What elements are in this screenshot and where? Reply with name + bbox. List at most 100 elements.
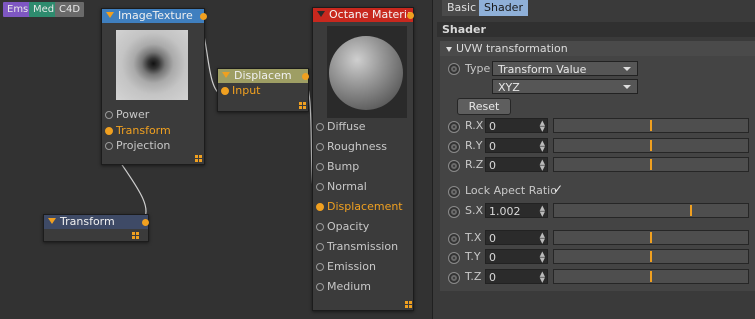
rz-input[interactable]: 0 ▲ ▼ bbox=[485, 157, 548, 172]
port-emission-label: Emission bbox=[327, 260, 376, 273]
ty-slider-knob[interactable] bbox=[650, 251, 652, 262]
port-roughness[interactable]: Roughness bbox=[313, 137, 411, 157]
tag-ems[interactable]: Ems bbox=[3, 2, 33, 17]
port-roughness-socket[interactable] bbox=[316, 143, 324, 151]
port-opacity-socket[interactable] bbox=[316, 223, 324, 231]
image-texture-output-port[interactable] bbox=[200, 13, 207, 20]
rx-slider[interactable] bbox=[553, 118, 749, 133]
resize-handle[interactable] bbox=[132, 232, 139, 239]
ry-slider[interactable] bbox=[553, 138, 749, 153]
collapse-icon[interactable] bbox=[48, 218, 56, 224]
port-projection[interactable]: Projection bbox=[102, 136, 204, 156]
displacement-node[interactable]: Displacem Input bbox=[217, 68, 309, 112]
port-transmission[interactable]: Transmission bbox=[313, 237, 411, 257]
spinner-icon[interactable]: ▲ ▼ bbox=[540, 232, 545, 245]
ry-value: 0 bbox=[489, 140, 496, 153]
tz-slider-knob[interactable] bbox=[650, 271, 652, 282]
tx-slider[interactable] bbox=[553, 230, 749, 245]
spinner-icon[interactable]: ▲ ▼ bbox=[540, 271, 545, 284]
port-medium[interactable]: Medium bbox=[313, 277, 411, 297]
resize-handle[interactable] bbox=[299, 102, 306, 109]
port-normal-socket[interactable] bbox=[316, 183, 324, 191]
tx-input[interactable]: 0 ▲ ▼ bbox=[485, 230, 548, 245]
sx-radio[interactable] bbox=[448, 206, 460, 218]
tag-c4d[interactable]: C4D bbox=[55, 2, 85, 17]
material-sphere bbox=[329, 36, 403, 110]
type-select[interactable]: Transform Value bbox=[492, 61, 638, 76]
port-input[interactable]: Input bbox=[218, 81, 308, 101]
sx-slider-knob[interactable] bbox=[690, 205, 692, 216]
image-texture-title: ImageTexture bbox=[118, 9, 193, 22]
rx-input[interactable]: 0 ▲ ▼ bbox=[485, 118, 548, 133]
resize-handle[interactable] bbox=[195, 155, 202, 162]
sx-slider[interactable] bbox=[553, 203, 749, 218]
ty-slider[interactable] bbox=[553, 249, 749, 264]
port-displacement[interactable]: Displacement bbox=[313, 197, 411, 217]
ty-input[interactable]: 0 ▲ ▼ bbox=[485, 249, 548, 264]
ty-label: T.Y bbox=[465, 250, 481, 263]
tx-radio[interactable] bbox=[448, 233, 460, 245]
uvw-group-header[interactable]: UVW transformation bbox=[440, 41, 755, 56]
port-power-socket[interactable] bbox=[105, 111, 113, 119]
tz-slider[interactable] bbox=[553, 269, 749, 284]
ry-input[interactable]: 0 ▲ ▼ bbox=[485, 138, 548, 153]
spinner-icon[interactable]: ▲ ▼ bbox=[540, 120, 545, 133]
rz-radio[interactable] bbox=[448, 160, 460, 172]
tag-med[interactable]: Med bbox=[29, 2, 59, 17]
spinner-icon[interactable]: ▲ ▼ bbox=[540, 159, 545, 172]
transform-output-port[interactable] bbox=[142, 219, 149, 226]
rotation-order-select[interactable]: XYZ bbox=[492, 79, 638, 94]
port-transmission-socket[interactable] bbox=[316, 243, 324, 251]
transform-node[interactable]: Transform bbox=[43, 214, 149, 242]
displacement-output-port[interactable] bbox=[302, 73, 309, 80]
tz-input[interactable]: 0 ▲ ▼ bbox=[485, 269, 548, 284]
ty-radio[interactable] bbox=[448, 252, 460, 264]
material-header[interactable]: Octane Material bbox=[313, 8, 413, 22]
ry-slider-knob[interactable] bbox=[650, 140, 652, 151]
node-editor[interactable]: Ems Med C4D ImageTexture Power Transform… bbox=[0, 0, 432, 319]
collapse-icon[interactable] bbox=[222, 72, 230, 78]
rz-slider-knob[interactable] bbox=[650, 159, 652, 170]
port-emission[interactable]: Emission bbox=[313, 257, 411, 277]
port-input-socket[interactable] bbox=[221, 87, 229, 95]
material-output-port[interactable] bbox=[407, 12, 414, 19]
type-animate-radio[interactable] bbox=[448, 63, 460, 75]
rx-slider-knob[interactable] bbox=[650, 120, 652, 131]
spinner-icon[interactable]: ▲ ▼ bbox=[540, 251, 545, 264]
material-inputs: Diffuse Roughness Bump Normal Displaceme… bbox=[313, 117, 411, 297]
lock-radio[interactable] bbox=[448, 186, 460, 198]
spinner-icon[interactable]: ▲ ▼ bbox=[540, 140, 545, 153]
rx-radio[interactable] bbox=[448, 121, 460, 133]
rz-slider[interactable] bbox=[553, 157, 749, 172]
port-bump[interactable]: Bump bbox=[313, 157, 411, 177]
tab-basic[interactable]: Basic bbox=[442, 0, 482, 16]
reset-button[interactable]: Reset bbox=[457, 98, 511, 115]
image-texture-header[interactable]: ImageTexture bbox=[102, 9, 204, 23]
port-medium-socket[interactable] bbox=[316, 283, 324, 291]
port-diffuse-socket[interactable] bbox=[316, 123, 324, 131]
collapse-icon[interactable] bbox=[106, 12, 114, 18]
tx-slider-knob[interactable] bbox=[650, 232, 652, 243]
lock-checkbox[interactable]: ✓ bbox=[553, 182, 563, 196]
transform-header[interactable]: Transform bbox=[44, 215, 148, 229]
port-bump-socket[interactable] bbox=[316, 163, 324, 171]
resize-handle[interactable] bbox=[405, 301, 412, 308]
tz-radio[interactable] bbox=[448, 272, 460, 284]
port-displacement-socket[interactable] bbox=[316, 203, 324, 211]
port-emission-socket[interactable] bbox=[316, 263, 324, 271]
tx-label: T.X bbox=[465, 231, 482, 244]
port-normal[interactable]: Normal bbox=[313, 177, 411, 197]
port-projection-socket[interactable] bbox=[105, 142, 113, 150]
collapse-icon[interactable] bbox=[317, 11, 325, 17]
ry-radio[interactable] bbox=[448, 141, 460, 153]
tab-shader[interactable]: Shader bbox=[479, 0, 528, 16]
tx-value: 0 bbox=[489, 232, 496, 245]
sx-input[interactable]: 1.002 ▲ ▼ bbox=[485, 203, 548, 218]
port-displacement-label: Displacement bbox=[327, 200, 403, 213]
rx-label: R.X bbox=[465, 119, 484, 132]
spinner-icon[interactable]: ▲ ▼ bbox=[540, 205, 545, 218]
image-texture-node[interactable]: ImageTexture Power Transform Projection bbox=[101, 8, 207, 165]
port-opacity[interactable]: Opacity bbox=[313, 217, 411, 237]
port-diffuse[interactable]: Diffuse bbox=[313, 117, 411, 137]
port-transform-socket[interactable] bbox=[105, 127, 113, 135]
